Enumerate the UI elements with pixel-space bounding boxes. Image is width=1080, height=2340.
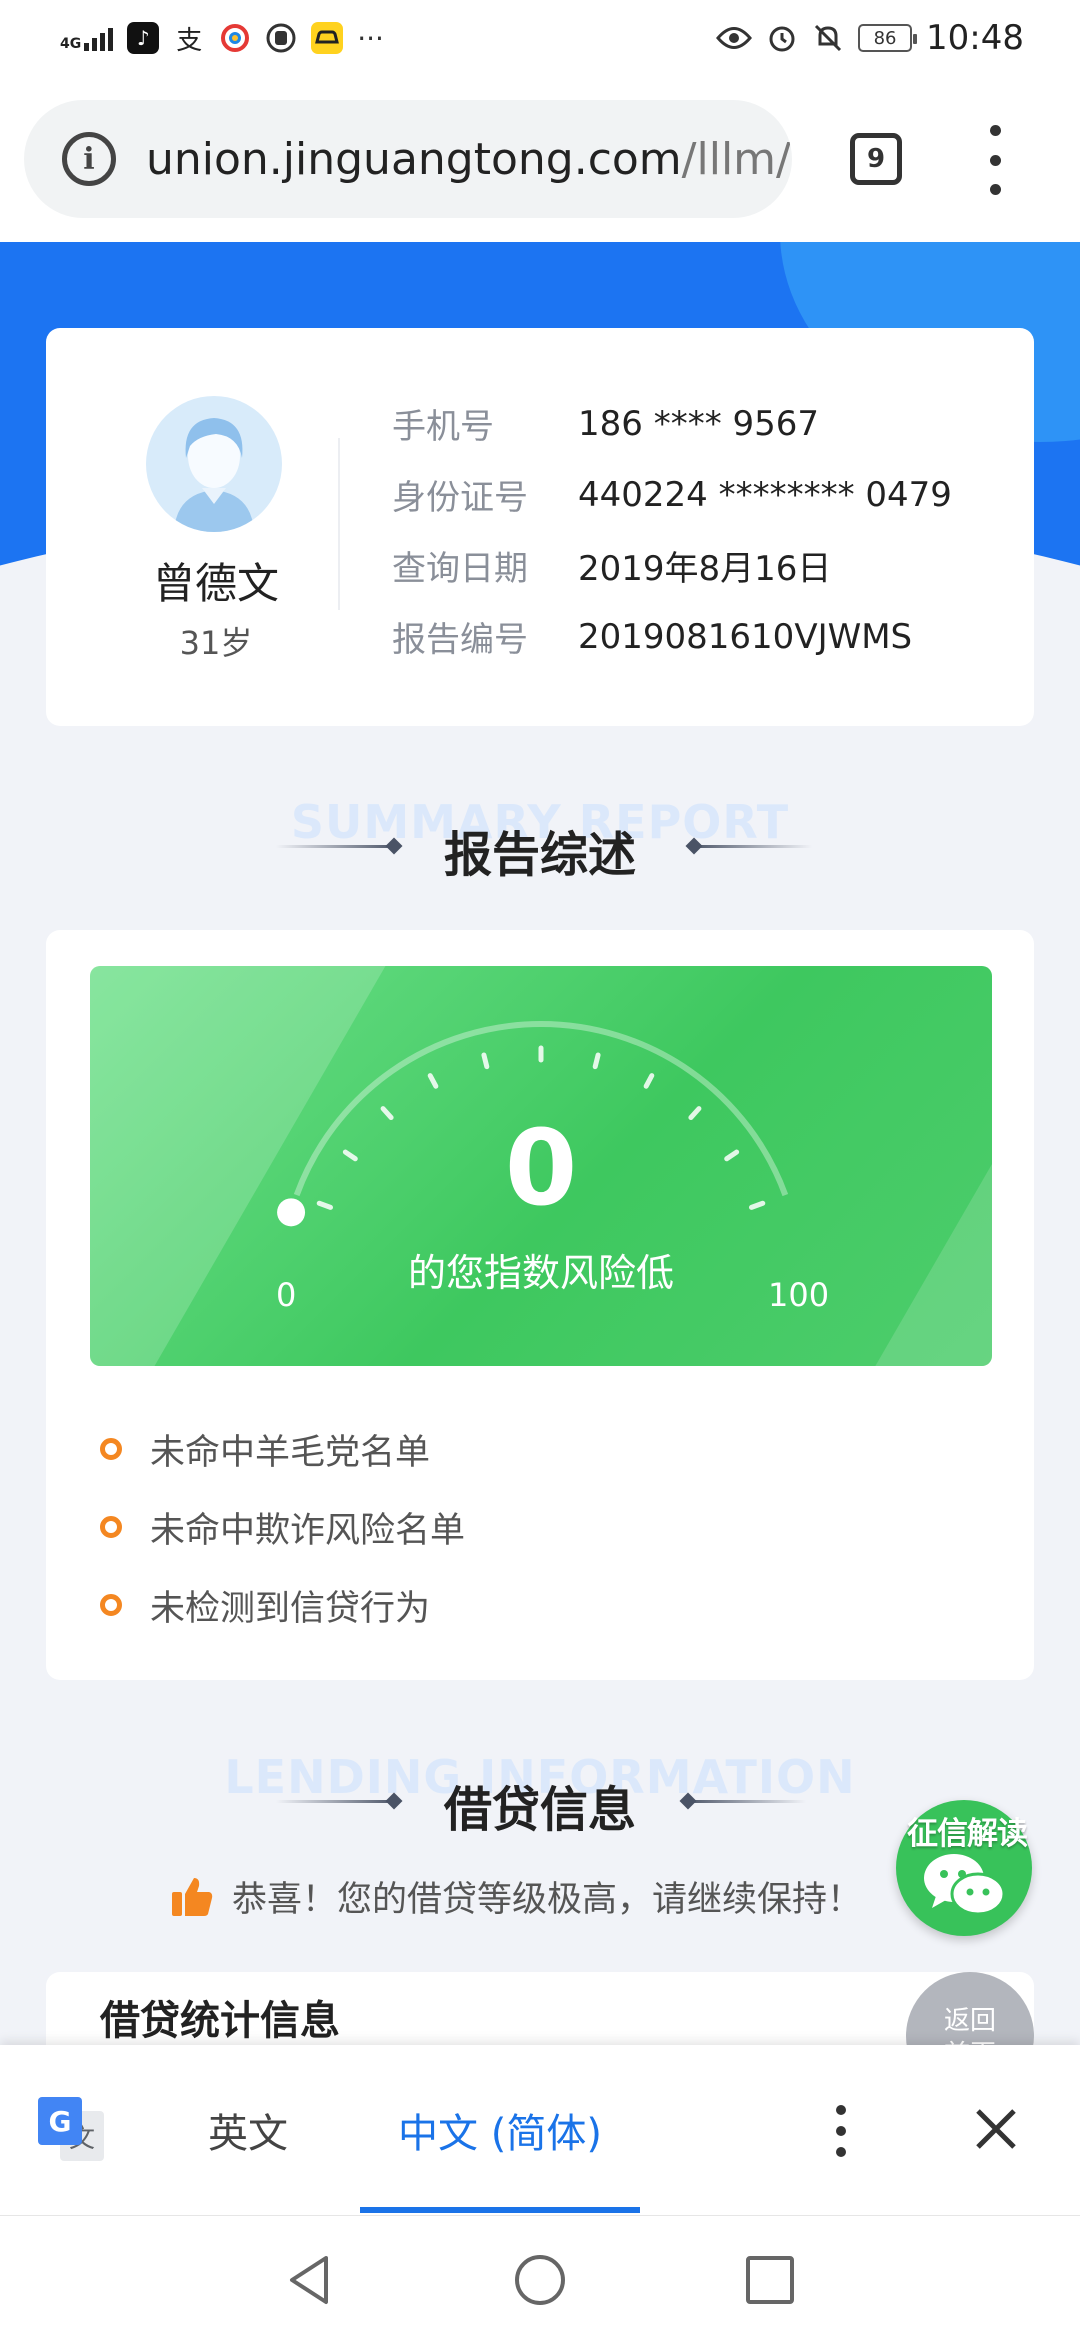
wechat-consult-button[interactable]: 征信解读 [896, 1800, 1032, 1936]
url-text[interactable]: union.jinguangtong.com/lllm/ [146, 134, 791, 185]
mute-bell-icon [814, 24, 842, 52]
divider [338, 438, 340, 610]
hand-icon [265, 22, 297, 54]
battery-icon: 86 [858, 24, 918, 52]
summary-section-title: SUMMARY REPORT 报告综述 [0, 795, 1080, 895]
info-value: 440224 ******** 0479 [578, 474, 952, 515]
battery-level: 86 [873, 27, 897, 49]
translate-bar: 文 G 英文 中文 (简体) [0, 2045, 1080, 2215]
eye-icon [716, 27, 752, 49]
info-label: 身份证号 [392, 478, 528, 518]
network-indicator: 4G [60, 25, 114, 52]
bullet-dot [100, 1516, 122, 1538]
thumbs-up-icon [172, 1878, 213, 1916]
info-label: 查询日期 [392, 549, 528, 589]
alarm-icon [769, 26, 795, 52]
info-row-report-no: 报告编号 2019081610VJWMS [392, 601, 952, 672]
info-value: 2019年8月16日 [578, 549, 832, 589]
tab-switcher-button[interactable]: 9 [850, 133, 902, 185]
lending-card-heading: 借贷统计信息 [100, 1998, 340, 2044]
gauge-tick [427, 1073, 439, 1089]
info-row-date: 查询日期 2019年8月16日 [392, 530, 952, 601]
info-row-id: 身份证号 440224 ******** 0479 [392, 459, 952, 530]
wechat-consult-label: 征信解读 [907, 1816, 1028, 1852]
svg-text:G: G [49, 2105, 72, 2138]
status-right: 86 10:48 [716, 14, 1024, 62]
status-bar: 4G ♪ 支 ··· 86 10:48 [0, 0, 1080, 75]
translate-menu-icon[interactable] [834, 2105, 848, 2157]
gauge-tick [481, 1052, 490, 1070]
info-label: 报告编号 [392, 620, 528, 660]
selected-tab-indicator [360, 2207, 640, 2213]
more-notifications: ··· [357, 21, 384, 55]
gauge-tick [643, 1073, 655, 1089]
list-item: 未命中欺诈风险名单 [100, 1488, 465, 1566]
list-item-text: 未命中羊毛党名单 [150, 1432, 431, 1473]
info-value: 186 **** 9567 [578, 403, 820, 444]
risk-score-text: 的您指数风险低 [407, 1251, 674, 1295]
bullet-dot [100, 1594, 122, 1616]
status-left: 4G ♪ 支 ··· [60, 18, 384, 58]
profile-card: 曾德文 31岁 手机号 186 **** 9567 身份证号 440224 **… [46, 328, 1034, 726]
signal-icon [84, 25, 114, 51]
gauge-max-label: 100 [768, 1276, 830, 1314]
back-home-label-1: 返回 [943, 2006, 996, 2036]
system-nav-bar [0, 2215, 1080, 2340]
back-triangle-icon[interactable] [282, 2252, 338, 2308]
bullet-dot [100, 1438, 122, 1460]
list-item: 未命中羊毛党名单 [100, 1410, 465, 1488]
list-item-text: 未命中欺诈风险名单 [150, 1510, 466, 1551]
home-circle-icon[interactable] [512, 2252, 568, 2308]
info-value: 2019081610VJWMS [578, 616, 913, 657]
risk-checklist: 未命中羊毛党名单 未命中欺诈风险名单 未检测到信贷行为 [100, 1410, 465, 1644]
weibo-icon [219, 22, 251, 54]
address-bar[interactable]: i union.jinguangtong.com/lllm/ [24, 100, 792, 218]
source-language-tab[interactable]: 英文 [208, 2101, 288, 2159]
google-translate-icon: 文 G [38, 2097, 104, 2161]
summary-title: 报告综述 [443, 827, 636, 883]
tiktok-icon: ♪ [127, 22, 160, 54]
info-row-phone: 手机号 186 **** 9567 [392, 388, 952, 459]
close-icon[interactable] [972, 2105, 1020, 2153]
lending-note: 恭喜！您的借贷等级极高，请继续保持！ [170, 1866, 862, 1926]
risk-gauge-panel: 0 的您指数风险低 0 100 [90, 966, 992, 1366]
site-info-icon[interactable]: i [62, 132, 116, 186]
list-item: 未检测到信贷行为 [100, 1566, 465, 1644]
summary-card: 0 的您指数风险低 0 100 未命中羊毛党名单 未命中欺诈风险名单 未检测到信… [46, 930, 1034, 1680]
avatar [146, 396, 282, 532]
risk-score: 0 [504, 1107, 578, 1229]
recents-square-icon[interactable] [742, 2252, 798, 2308]
tab-count: 9 [866, 144, 886, 174]
alipay-icon: 支 [176, 25, 203, 56]
browser-toolbar: i union.jinguangtong.com/lllm/ 9 [0, 75, 1080, 242]
profile-info-table: 手机号 186 **** 9567 身份证号 440224 ******** 0… [392, 388, 952, 672]
app-root: 4G ♪ 支 ··· 86 10:48 i union.jinguangtong… [0, 0, 1080, 2340]
profile-age: 31岁 [179, 624, 253, 662]
car-icon [311, 22, 344, 54]
info-label: 手机号 [392, 407, 494, 447]
browser-menu-icon[interactable] [980, 125, 1010, 195]
wechat-icon [924, 1854, 1006, 1916]
profile-name: 曾德文 [152, 559, 279, 608]
url-path: /lllm/ [681, 133, 791, 185]
url-host: union.jinguangtong.com [146, 133, 682, 185]
list-item-text: 未检测到信贷行为 [150, 1588, 431, 1629]
network-label: 4G [60, 36, 82, 52]
clock: 10:48 [926, 18, 1024, 58]
gauge-min-label: 0 [276, 1276, 297, 1314]
target-language-tab[interactable]: 中文 (简体) [398, 2101, 602, 2159]
gauge-tick [592, 1052, 601, 1070]
lending-note-text: 恭喜！您的借贷等级极高，请继续保持！ [232, 1879, 863, 1920]
